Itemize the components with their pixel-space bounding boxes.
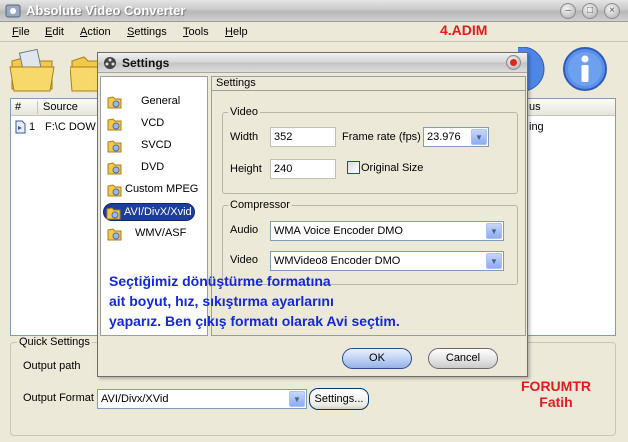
video-groupbox: Video Width 352 Frame rate (fps) 23.976 … bbox=[222, 106, 518, 194]
maximize-button[interactable]: □ bbox=[582, 3, 598, 19]
audio-codec-select[interactable]: WMA Voice Encoder DMO ▼ bbox=[270, 221, 504, 241]
step-annotation: 4.ADIM bbox=[440, 22, 488, 38]
output-format-value: AVI/Divx/XVid bbox=[101, 393, 169, 405]
row-status: ing bbox=[529, 121, 544, 133]
video-legend: Video bbox=[228, 106, 260, 118]
nav-item-svcd[interactable]: SVCD bbox=[107, 137, 203, 155]
panel-header: Settings bbox=[212, 77, 525, 91]
tutorial-annotation: Seçtiğimiz dönüştürme formatına ait boyu… bbox=[109, 271, 509, 331]
framerate-label: Frame rate (fps) bbox=[342, 131, 421, 143]
menubar: File Edit Action Settings Tools Help bbox=[0, 23, 628, 42]
main-titlebar: Absolute Video Converter – □ × bbox=[0, 0, 628, 22]
close-button[interactable]: × bbox=[604, 3, 620, 19]
dialog-close-button[interactable] bbox=[506, 55, 521, 70]
window-title: Absolute Video Converter bbox=[26, 3, 186, 18]
annotation-line: Seçtiğimiz dönüştürme formatına bbox=[109, 273, 331, 289]
nav-item-custom-mpeg[interactable]: Custom MPEG bbox=[107, 181, 203, 199]
chevron-down-icon[interactable]: ▼ bbox=[486, 223, 502, 239]
app-icon bbox=[5, 4, 21, 18]
output-format-select[interactable]: AVI/Divx/XVid ▼ bbox=[97, 389, 307, 409]
settings-dialog: Settings General VCD SVCD DVD Custom MPE… bbox=[97, 52, 528, 377]
forum-name: FORUMTR bbox=[521, 378, 591, 394]
width-input[interactable]: 352 bbox=[270, 127, 336, 147]
video-file-icon bbox=[15, 120, 26, 134]
open-folder-icon[interactable] bbox=[70, 47, 100, 95]
quick-settings-legend: Quick Settings bbox=[17, 336, 92, 348]
menu-tools[interactable]: Tools bbox=[183, 26, 209, 38]
nav-item-dvd[interactable]: DVD bbox=[107, 159, 203, 177]
minimize-button[interactable]: – bbox=[560, 3, 576, 19]
forum-watermark: FORUMTR Fatih bbox=[498, 378, 614, 410]
dialog-titlebar: Settings bbox=[98, 53, 527, 73]
disc-folder-icon bbox=[106, 207, 121, 220]
chevron-down-icon[interactable]: ▼ bbox=[289, 391, 305, 407]
chevron-down-icon[interactable]: ▼ bbox=[486, 253, 502, 269]
menu-help[interactable]: Help bbox=[225, 26, 248, 38]
output-format-label: Output Format bbox=[23, 392, 94, 404]
disc-folder-icon bbox=[107, 140, 122, 153]
height-label: Height bbox=[230, 163, 262, 175]
row-source: F:\C DOW bbox=[45, 121, 96, 133]
original-size-label: Original Size bbox=[361, 162, 424, 174]
chevron-down-icon[interactable]: ▼ bbox=[471, 129, 487, 145]
info-icon[interactable] bbox=[562, 46, 608, 92]
menu-action[interactable]: Action bbox=[80, 26, 111, 38]
nav-item-vcd[interactable]: VCD bbox=[107, 115, 203, 133]
film-reel-icon bbox=[104, 57, 116, 69]
cancel-button[interactable]: Cancel bbox=[428, 348, 498, 369]
compressor-legend: Compressor bbox=[228, 199, 292, 211]
disc-folder-icon bbox=[107, 118, 122, 131]
width-label: Width bbox=[230, 131, 259, 143]
panel-title: Settings bbox=[216, 77, 256, 89]
height-input[interactable]: 240 bbox=[270, 159, 336, 179]
ok-button[interactable]: OK bbox=[342, 348, 412, 369]
menu-file[interactable]: File bbox=[12, 26, 30, 38]
column-status[interactable]: us bbox=[529, 101, 541, 113]
video-codec-label: Video bbox=[230, 254, 258, 266]
nav-item-general[interactable]: General bbox=[107, 93, 203, 111]
menu-settings[interactable]: Settings bbox=[127, 26, 167, 38]
disc-folder-icon bbox=[107, 162, 122, 175]
disc-folder-icon bbox=[107, 184, 122, 197]
video-codec-select[interactable]: WMVideo8 Encoder DMO ▼ bbox=[270, 251, 504, 271]
disc-folder-icon bbox=[107, 228, 122, 241]
dialog-button-bar: OK Cancel bbox=[100, 339, 526, 375]
dialog-title: Settings bbox=[122, 56, 170, 70]
original-size-checkbox[interactable] bbox=[347, 161, 360, 174]
annotation-line: yaparız. Ben çıkış formatı olarak Avi se… bbox=[109, 313, 400, 329]
row-number: 1 bbox=[29, 121, 36, 133]
author-name: Fatih bbox=[539, 394, 573, 410]
framerate-select[interactable]: 23.976 ▼ bbox=[423, 127, 489, 147]
nav-item-avi-divx-xvid[interactable]: AVI/DivX/Xvid bbox=[103, 203, 195, 221]
audio-label: Audio bbox=[230, 224, 259, 236]
nav-item-wmv-asf[interactable]: WMV/ASF bbox=[107, 225, 203, 243]
column-number[interactable]: # bbox=[15, 101, 21, 113]
settings-button[interactable]: Settings... bbox=[309, 388, 369, 410]
menu-edit[interactable]: Edit bbox=[45, 26, 64, 38]
disc-folder-icon bbox=[107, 96, 122, 109]
add-files-icon[interactable] bbox=[8, 47, 58, 95]
column-source[interactable]: Source bbox=[43, 101, 78, 113]
output-path-label: Output path bbox=[23, 360, 81, 372]
annotation-line: ait boyut, hız, sıkıştırma ayarlarını bbox=[109, 293, 334, 309]
